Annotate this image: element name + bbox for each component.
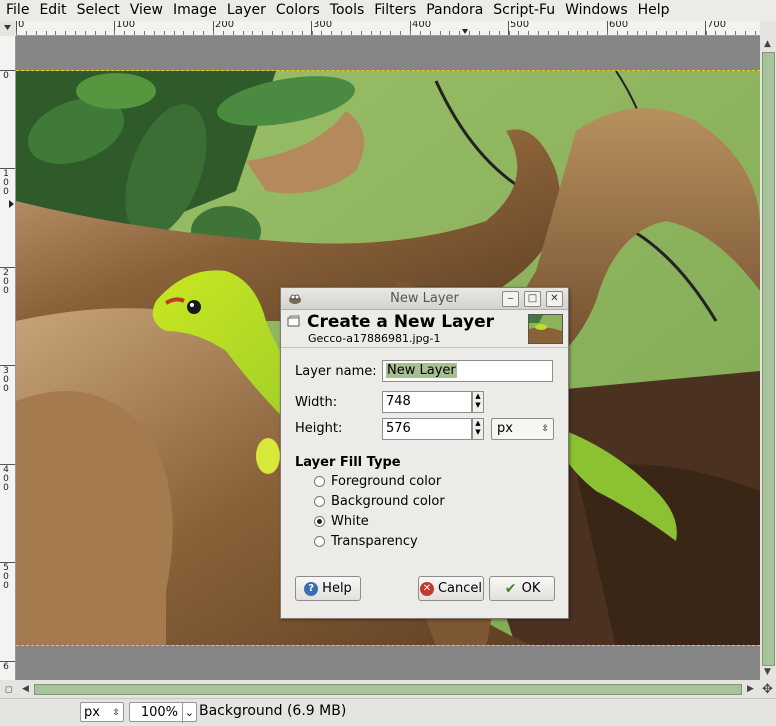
fill-background-radio[interactable]: Background color xyxy=(314,494,445,509)
ruler-label: 0 xyxy=(3,71,9,81)
ruler-label: 0 xyxy=(18,21,25,30)
scroll-up-button[interactable]: ▲ xyxy=(761,38,774,50)
unit-selector[interactable]: px ⇳ xyxy=(80,702,124,722)
horizontal-scroll-thumb[interactable] xyxy=(34,684,742,695)
zoom-selector[interactable]: 100% ⌄ xyxy=(129,702,197,723)
ruler-label: 200 xyxy=(3,268,9,296)
ruler-label: 500 xyxy=(510,21,530,30)
radio-indicator xyxy=(314,476,325,487)
new-layer-dialog: New Layer ‒ □ ✕ Create a New Layer Gecco… xyxy=(280,287,569,619)
help-icon: ? xyxy=(304,581,319,596)
status-message: Background (6.9 MB) xyxy=(199,703,347,719)
cancel-button-label: Cancel xyxy=(437,581,483,596)
fill-option-label: Background color xyxy=(331,494,445,509)
fill-transparency-radio[interactable]: Transparency xyxy=(314,534,418,549)
fill-option-label: Transparency xyxy=(331,534,418,549)
menu-view[interactable]: View xyxy=(125,0,168,21)
menu-layer[interactable]: Layer xyxy=(222,0,271,21)
fill-option-label: White xyxy=(331,514,369,529)
quick-mask-icon[interactable]: ◻ xyxy=(2,684,15,696)
height-value: 576 xyxy=(386,421,411,436)
unit-dropdown-value: px xyxy=(497,421,513,436)
cancel-button[interactable]: ✕ Cancel xyxy=(418,576,484,601)
help-button[interactable]: ? Help xyxy=(295,576,361,601)
ruler-label: 400 xyxy=(3,465,9,493)
height-stepper[interactable]: ▲ ▼ xyxy=(472,418,484,440)
menu-windows[interactable]: Windows xyxy=(560,0,633,21)
menu-help[interactable]: Help xyxy=(633,0,675,21)
dialog-titlebar[interactable]: New Layer ‒ □ ✕ xyxy=(281,288,568,310)
maximize-icon[interactable]: □ xyxy=(524,291,541,307)
menu-file[interactable]: File xyxy=(0,0,34,21)
dialog-header: Create a New Layer Gecco-a17886981.jpg-1 xyxy=(281,310,568,348)
new-layer-icon xyxy=(287,315,300,327)
menu-script-fu[interactable]: Script-Fu xyxy=(488,0,560,21)
zoom-value: 100% xyxy=(140,705,178,720)
layer-name-label: Layer name: xyxy=(295,364,377,379)
menu-edit[interactable]: Edit xyxy=(34,0,71,21)
radio-indicator xyxy=(314,496,325,507)
height-label: Height: xyxy=(295,421,343,436)
radio-indicator xyxy=(314,536,325,547)
width-label: Width: xyxy=(295,395,338,410)
vertical-scrollbar[interactable]: ▲ ▼ xyxy=(760,36,776,680)
layer-name-input[interactable]: New Layer xyxy=(382,360,553,382)
close-icon[interactable]: ✕ xyxy=(546,291,563,307)
menu-colors[interactable]: Colors xyxy=(271,0,325,21)
scroll-right-button[interactable]: ▶ xyxy=(744,683,757,695)
vertical-ruler[interactable]: 0 100 200 300 400 500 6 xyxy=(0,36,16,680)
menubar: File Edit Select View Image Layer Colors… xyxy=(0,0,776,21)
menu-pandora[interactable]: Pandora xyxy=(421,0,488,21)
navigate-icon[interactable]: ✥ xyxy=(761,683,774,696)
image-thumbnail xyxy=(528,314,563,344)
layer-name-value: New Layer xyxy=(386,363,457,378)
fill-type-heading: Layer Fill Type xyxy=(295,455,401,470)
scroll-left-button[interactable]: ◀ xyxy=(19,683,32,695)
ok-button[interactable]: ✔ OK xyxy=(489,576,555,601)
unit-dropdown[interactable]: px ⇳ xyxy=(491,418,554,440)
ruler-label: 100 xyxy=(3,169,9,197)
dialog-subheading: Gecco-a17886981.jpg-1 xyxy=(308,332,441,345)
ruler-corner-menu-button[interactable] xyxy=(0,21,15,35)
status-bar: px ⇳ 100% ⌄ Background (6.9 MB) xyxy=(0,698,776,726)
spin-arrows-icon: ⇳ xyxy=(112,708,120,718)
unit-value: px xyxy=(84,705,100,720)
ok-check-icon: ✔ xyxy=(504,580,517,597)
menu-select[interactable]: Select xyxy=(72,0,125,21)
menu-filters[interactable]: Filters xyxy=(369,0,421,21)
height-input[interactable]: 576 xyxy=(382,418,472,440)
menu-tools[interactable]: Tools xyxy=(325,0,370,21)
help-button-label: Help xyxy=(322,581,352,596)
fill-option-label: Foreground color xyxy=(331,474,442,489)
ruler-label: 500 xyxy=(3,563,9,591)
vertical-scroll-thumb[interactable] xyxy=(762,52,775,666)
width-input[interactable]: 748 xyxy=(382,391,472,413)
ruler-label: 300 xyxy=(3,366,9,394)
spin-arrows-icon: ⇳ xyxy=(541,424,549,434)
dialog-heading: Create a New Layer xyxy=(307,312,494,332)
chevron-down-icon: ⌄ xyxy=(181,703,194,723)
cancel-icon: ✕ xyxy=(419,581,434,596)
width-value: 748 xyxy=(386,394,411,409)
ruler-label: 700 xyxy=(707,21,727,30)
scroll-down-button[interactable]: ▼ xyxy=(761,666,774,678)
minimize-icon[interactable]: ‒ xyxy=(502,291,519,307)
ruler-label: 6 xyxy=(3,662,9,672)
width-stepper[interactable]: ▲ ▼ xyxy=(472,391,484,413)
horizontal-scrollbar[interactable]: ◀ ▶ xyxy=(16,682,760,696)
ruler-label: 100 xyxy=(116,21,136,30)
ruler-label: 600 xyxy=(609,21,629,30)
ruler-label: 300 xyxy=(313,21,333,30)
ok-button-label: OK xyxy=(521,581,541,596)
horizontal-ruler[interactable]: 0 100 200 300 400 500 600 700 xyxy=(16,21,760,36)
ruler-label: 400 xyxy=(412,21,432,30)
fill-foreground-radio[interactable]: Foreground color xyxy=(314,474,441,489)
fill-white-radio[interactable]: White xyxy=(314,514,369,529)
menu-image[interactable]: Image xyxy=(168,0,222,21)
radio-indicator-selected xyxy=(314,516,325,527)
ruler-label: 200 xyxy=(215,21,235,30)
